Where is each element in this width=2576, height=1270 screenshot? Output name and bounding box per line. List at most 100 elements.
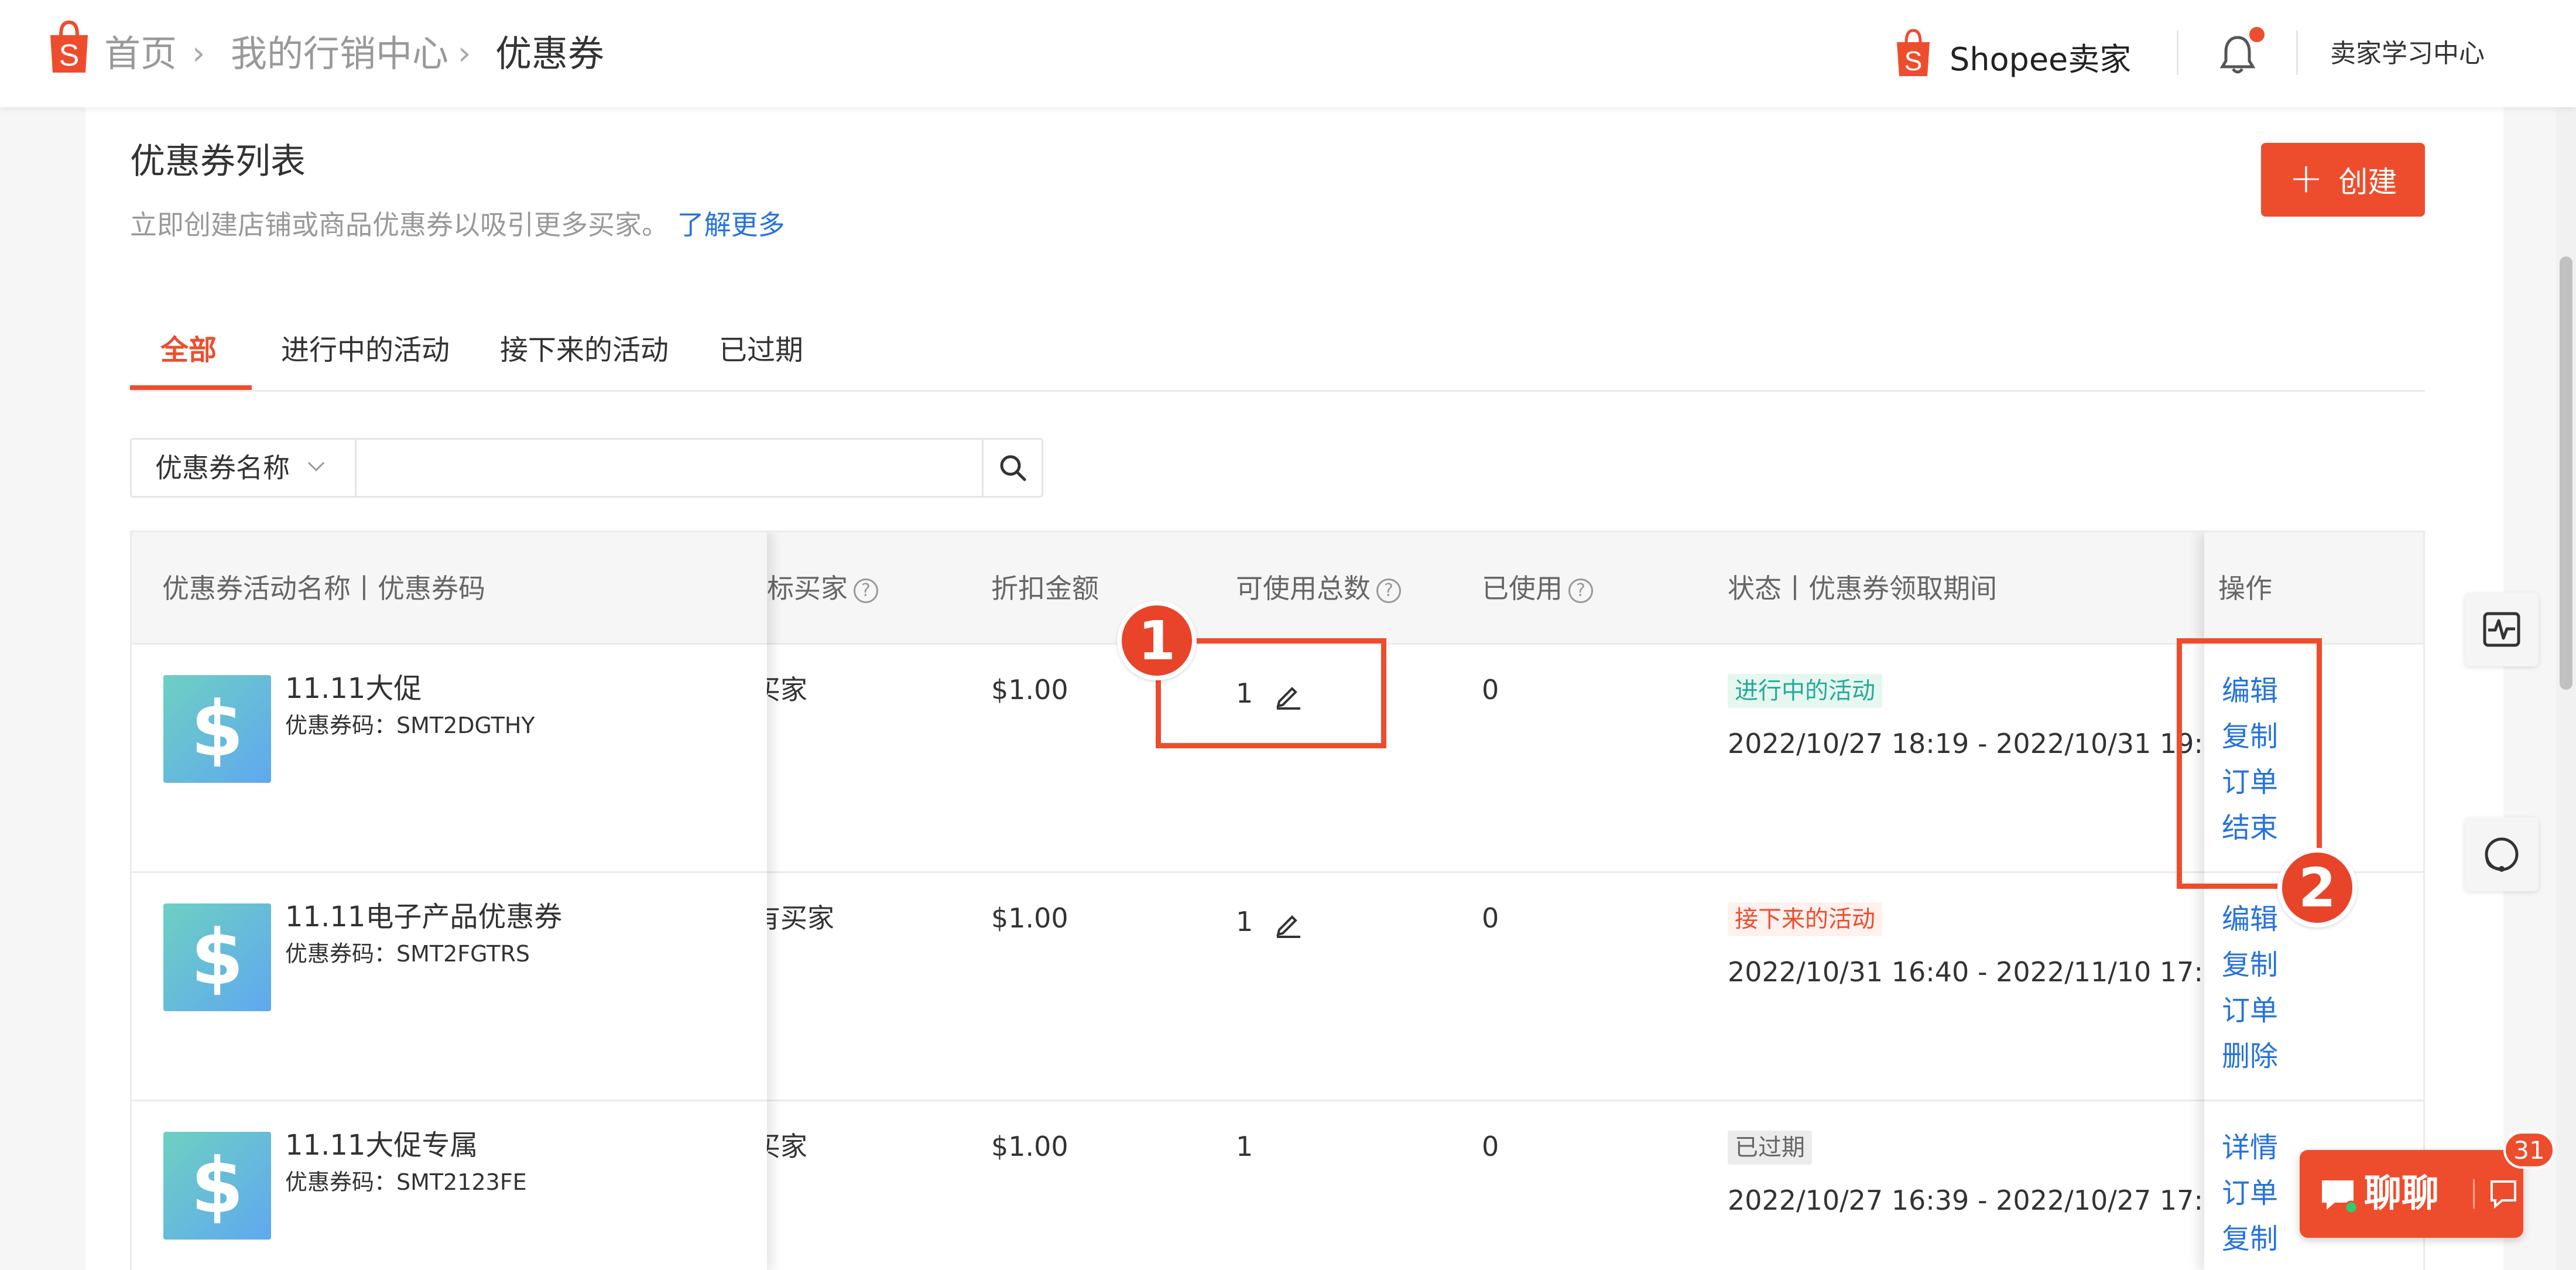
coupon-dollar-icon: $ — [163, 903, 271, 1011]
help-icon[interactable]: ? — [1376, 578, 1401, 603]
search-button[interactable] — [982, 440, 1042, 496]
help-icon[interactable]: ? — [1568, 578, 1593, 603]
step-marker-1: 1 — [1117, 601, 1197, 680]
col-used: 已使用? — [1482, 567, 1593, 610]
svg-text:S: S — [59, 39, 80, 73]
status-badge: 接下来的活动 — [1728, 902, 1882, 936]
subtitle-text: 立即创建店铺或商品优惠券以吸引更多买家。 — [130, 209, 669, 241]
customer-service-button[interactable] — [2465, 817, 2539, 891]
headset-icon — [2485, 837, 2519, 872]
active-tab-indicator — [130, 385, 252, 390]
top-navigation-bar: S 首页 › 我的行销中心 › 优惠券 S Shopee卖家 卖家学习中心 — [0, 0, 2576, 107]
coupon-dollar-icon: $ — [163, 675, 271, 783]
performance-monitor-button[interactable] — [2465, 593, 2539, 666]
total-usable: 1 — [1236, 1131, 1253, 1162]
coupon-table: 标买家? 折扣金额 可使用总数? 已使用? 状态丨优惠券领取期间 买家 $1.0… — [130, 530, 2425, 1270]
tab-all[interactable]: 全部 — [160, 321, 217, 379]
page-title: 优惠券列表 — [130, 141, 306, 182]
tab-upcoming[interactable]: 接下来的活动 — [500, 321, 669, 379]
col-discount: 折扣金额 — [991, 573, 1099, 604]
total-usable: 1 — [1236, 902, 1303, 941]
chat-label: 聊聊 — [2364, 1172, 2439, 1216]
copy-link[interactable]: 复制 — [2222, 717, 2278, 756]
copy-link[interactable]: 复制 — [2222, 1220, 2278, 1258]
discount-amount: $1.00 — [991, 1131, 1068, 1162]
status-badge: 进行中的活动 — [1728, 674, 1882, 708]
table-row: $ 11.11电子产品优惠券 优惠券码：SMT2FGTRS — [132, 873, 767, 1101]
shopee-seller-logo-icon[interactable]: S — [1892, 28, 1934, 78]
learn-more-link[interactable]: 了解更多 — [677, 209, 785, 241]
col-buyer: 标买家? — [767, 567, 878, 610]
shopee-bag-logo-icon[interactable]: S — [44, 19, 94, 75]
chevron-down-icon — [307, 461, 325, 472]
col-action: 操作 — [2218, 573, 2272, 604]
search-field-value: 优惠券名称 — [155, 452, 290, 484]
notification-bell-icon[interactable] — [2219, 34, 2256, 75]
search-field-select[interactable]: 优惠券名称 — [132, 440, 357, 496]
used-count: 0 — [1482, 674, 1499, 706]
details-link[interactable]: 详情 — [2222, 1128, 2278, 1167]
brand-name[interactable]: Shopee卖家 — [1950, 35, 2131, 84]
breadcrumb-separator-icon: › — [458, 35, 471, 73]
search-bar: 优惠券名称 — [130, 438, 1043, 498]
seller-learning-center-link[interactable]: 卖家学习中心 — [2330, 33, 2485, 75]
breadcrumb-current: 优惠券 — [495, 32, 605, 75]
copy-link[interactable]: 复制 — [2222, 946, 2278, 984]
chat-bubble-icon — [2322, 1180, 2358, 1214]
total-usable: 1 — [1236, 674, 1303, 713]
expand-chat-icon[interactable] — [2488, 1177, 2519, 1210]
unread-count-badge: 31 — [2503, 1131, 2555, 1169]
used-count: 0 — [1482, 902, 1499, 934]
plus-icon: + — [2289, 154, 2324, 202]
sticky-name-column: 优惠券活动名称丨优惠券码 $ 11.11大促 优惠券码：SMT2DGTHY $ … — [132, 532, 767, 1270]
edit-link[interactable]: 编辑 — [2222, 672, 2278, 710]
table-row: 编辑 复制 订单 结束 — [2204, 645, 2423, 873]
help-icon[interactable]: ? — [854, 578, 878, 603]
coupon-name[interactable]: 11.11大促专属 — [285, 1126, 478, 1165]
col-total: 可使用总数? — [1236, 567, 1401, 610]
coupon-code: 优惠券码：SMT2123FE — [285, 1169, 527, 1195]
tab-expired[interactable]: 已过期 — [719, 321, 803, 379]
edit-link[interactable]: 编辑 — [2222, 900, 2278, 939]
tab-ongoing[interactable]: 进行中的活动 — [281, 321, 450, 379]
header-divider — [2296, 30, 2298, 75]
coupon-name[interactable]: 11.11电子产品优惠券 — [285, 898, 562, 936]
claim-period: 2022/10/27 18:19 - 2022/10/31 19:19 — [1728, 728, 2238, 759]
discount-amount: $1.00 — [991, 674, 1068, 706]
breadcrumb-marketing[interactable]: 我的行销中心 — [231, 29, 448, 78]
col-status: 状态丨优惠券领取期间 — [1728, 573, 1997, 604]
tabs-divider — [130, 390, 2425, 392]
status-badge: 已过期 — [1728, 1131, 1812, 1165]
table-header: 优惠券活动名称丨优惠券码 — [132, 532, 767, 645]
chat-divider — [2473, 1179, 2475, 1209]
header-divider — [2177, 30, 2178, 75]
coupon-dollar-icon: $ — [163, 1132, 271, 1240]
delete-link[interactable]: 删除 — [2222, 1037, 2278, 1076]
discount-amount: $1.00 — [991, 902, 1068, 934]
search-icon — [1000, 455, 1026, 481]
breadcrumb-separator-icon: › — [192, 35, 205, 73]
coupon-name[interactable]: 11.11大促 — [285, 669, 422, 708]
create-button-label: 创建 — [2338, 165, 2397, 199]
end-link[interactable]: 结束 — [2222, 809, 2278, 847]
orders-link[interactable]: 订单 — [2222, 763, 2278, 802]
claim-period: 2022/10/27 16:39 - 2022/10/27 17:39 — [1728, 1185, 2238, 1216]
search-input[interactable] — [358, 440, 982, 496]
edit-pencil-icon[interactable] — [1275, 910, 1303, 938]
notification-dot — [2249, 27, 2265, 42]
col-name: 优惠券活动名称丨优惠券码 — [162, 573, 485, 604]
table-header: 操作 — [2204, 532, 2423, 645]
coupon-code: 优惠券码：SMT2DGTHY — [285, 713, 535, 738]
page-scrollbar-thumb[interactable] — [2560, 256, 2572, 690]
breadcrumb-home[interactable]: 首页 — [104, 29, 177, 78]
svg-text:S: S — [1904, 46, 1923, 76]
used-count: 0 — [1482, 1131, 1499, 1162]
activity-pulse-icon — [2483, 612, 2520, 647]
table-row: $ 11.11大促 优惠券码：SMT2DGTHY — [132, 645, 767, 873]
orders-link[interactable]: 订单 — [2222, 991, 2278, 1030]
claim-period: 2022/10/31 16:40 - 2022/11/10 17:40 — [1728, 956, 2238, 988]
edit-pencil-icon[interactable] — [1275, 682, 1303, 710]
orders-link[interactable]: 订单 — [2222, 1174, 2278, 1213]
create-coupon-button[interactable]: + 创建 — [2261, 143, 2425, 217]
chat-button[interactable]: 聊聊 — [2300, 1150, 2523, 1238]
